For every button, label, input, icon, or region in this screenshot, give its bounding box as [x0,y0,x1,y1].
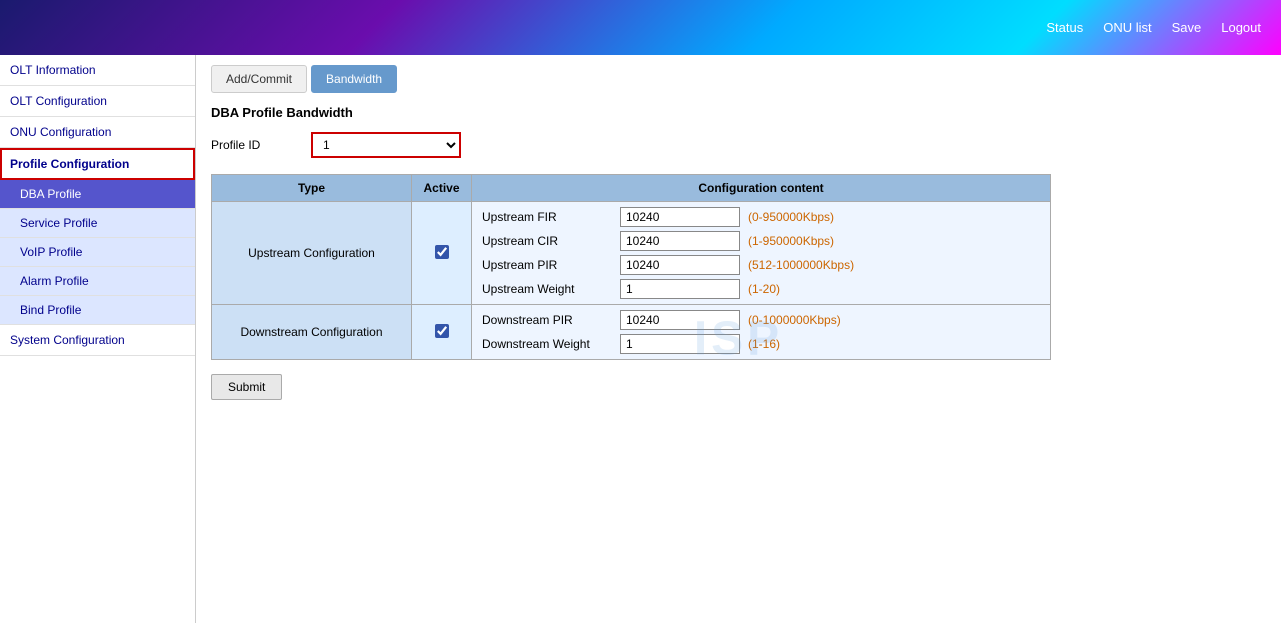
tab-add-commit[interactable]: Add/Commit [211,65,307,93]
col-content: Configuration content [472,175,1051,202]
sidebar-item-bind-profile[interactable]: Bind Profile [0,296,195,325]
downstream-content-cell: Downstream PIR (0-1000000Kbps) Downstrea… [472,305,1051,360]
downstream-pir-label: Downstream PIR [482,313,612,327]
upstream-fir-row: Upstream FIR (0-950000Kbps) [482,207,1040,227]
tab-bandwidth[interactable]: Bandwidth [311,65,397,93]
upstream-cir-input[interactable] [620,231,740,251]
upstream-pir-row: Upstream PIR (512-1000000Kbps) [482,255,1040,275]
upstream-weight-input[interactable] [620,279,740,299]
downstream-weight-input[interactable] [620,334,740,354]
downstream-type-cell: Downstream Configuration [212,305,412,360]
main-content: ISP Add/Commit Bandwidth DBA Profile Ban… [196,55,1281,623]
upstream-weight-row: Upstream Weight (1-20) [482,279,1040,299]
downstream-pir-hint: (0-1000000Kbps) [748,313,841,327]
sidebar-item-alarm-profile[interactable]: Alarm Profile [0,267,195,296]
tabs: Add/Commit Bandwidth [211,65,1266,93]
upstream-type-cell: Upstream Configuration [212,202,412,305]
downstream-weight-hint: (1-16) [748,337,780,351]
profile-id-select[interactable]: 1 2 3 4 5 [311,132,461,158]
col-active: Active [412,175,472,202]
sidebar-item-olt-information[interactable]: OLT Information [0,55,195,86]
layout: OLT Information OLT Configuration ONU Co… [0,55,1281,623]
logout-link[interactable]: Logout [1221,20,1261,35]
upstream-cir-hint: (1-950000Kbps) [748,234,834,248]
sidebar-item-onu-configuration[interactable]: ONU Configuration [0,117,195,148]
downstream-weight-label: Downstream Weight [482,337,612,351]
upstream-active-cell [412,202,472,305]
onu-list-link[interactable]: ONU list [1103,20,1151,35]
sidebar-item-service-profile[interactable]: Service Profile [0,209,195,238]
sidebar-item-voip-profile[interactable]: VoIP Profile [0,238,195,267]
upstream-fir-input[interactable] [620,207,740,227]
submit-button[interactable]: Submit [211,374,282,400]
sidebar: OLT Information OLT Configuration ONU Co… [0,55,196,623]
upstream-fir-hint: (0-950000Kbps) [748,210,834,224]
upstream-cir-row: Upstream CIR (1-950000Kbps) [482,231,1040,251]
downstream-active-cell [412,305,472,360]
col-type: Type [212,175,412,202]
save-link[interactable]: Save [1172,20,1202,35]
upstream-cir-label: Upstream CIR [482,234,612,248]
upstream-weight-label: Upstream Weight [482,282,612,296]
upstream-weight-hint: (1-20) [748,282,780,296]
sidebar-item-system-configuration[interactable]: System Configuration [0,325,195,356]
upstream-content-cell: Upstream FIR (0-950000Kbps) Upstream CIR… [472,202,1051,305]
upstream-pir-input[interactable] [620,255,740,275]
upstream-fir-label: Upstream FIR [482,210,612,224]
downstream-weight-row: Downstream Weight (1-16) [482,334,1040,354]
status-link[interactable]: Status [1046,20,1083,35]
downstream-pir-row: Downstream PIR (0-1000000Kbps) [482,310,1040,330]
top-bar: Status ONU list Save Logout [0,0,1281,55]
table-row: Upstream Configuration Upstream FIR (0-9… [212,202,1051,305]
upstream-pir-label: Upstream PIR [482,258,612,272]
sidebar-item-dba-profile[interactable]: DBA Profile [0,180,195,209]
profile-id-label: Profile ID [211,138,291,152]
profile-id-row: Profile ID 1 2 3 4 5 [211,132,1266,158]
top-bar-links: Status ONU list Save Logout [1046,20,1261,35]
downstream-active-checkbox[interactable] [435,324,449,338]
sidebar-item-olt-configuration[interactable]: OLT Configuration [0,86,195,117]
section-title: DBA Profile Bandwidth [211,105,1266,120]
upstream-active-checkbox[interactable] [435,245,449,259]
upstream-pir-hint: (512-1000000Kbps) [748,258,854,272]
table-row: Downstream Configuration Downstream PIR … [212,305,1051,360]
downstream-pir-input[interactable] [620,310,740,330]
config-table: Type Active Configuration content Upstre… [211,174,1051,360]
sidebar-item-profile-configuration[interactable]: Profile Configuration [0,148,195,180]
